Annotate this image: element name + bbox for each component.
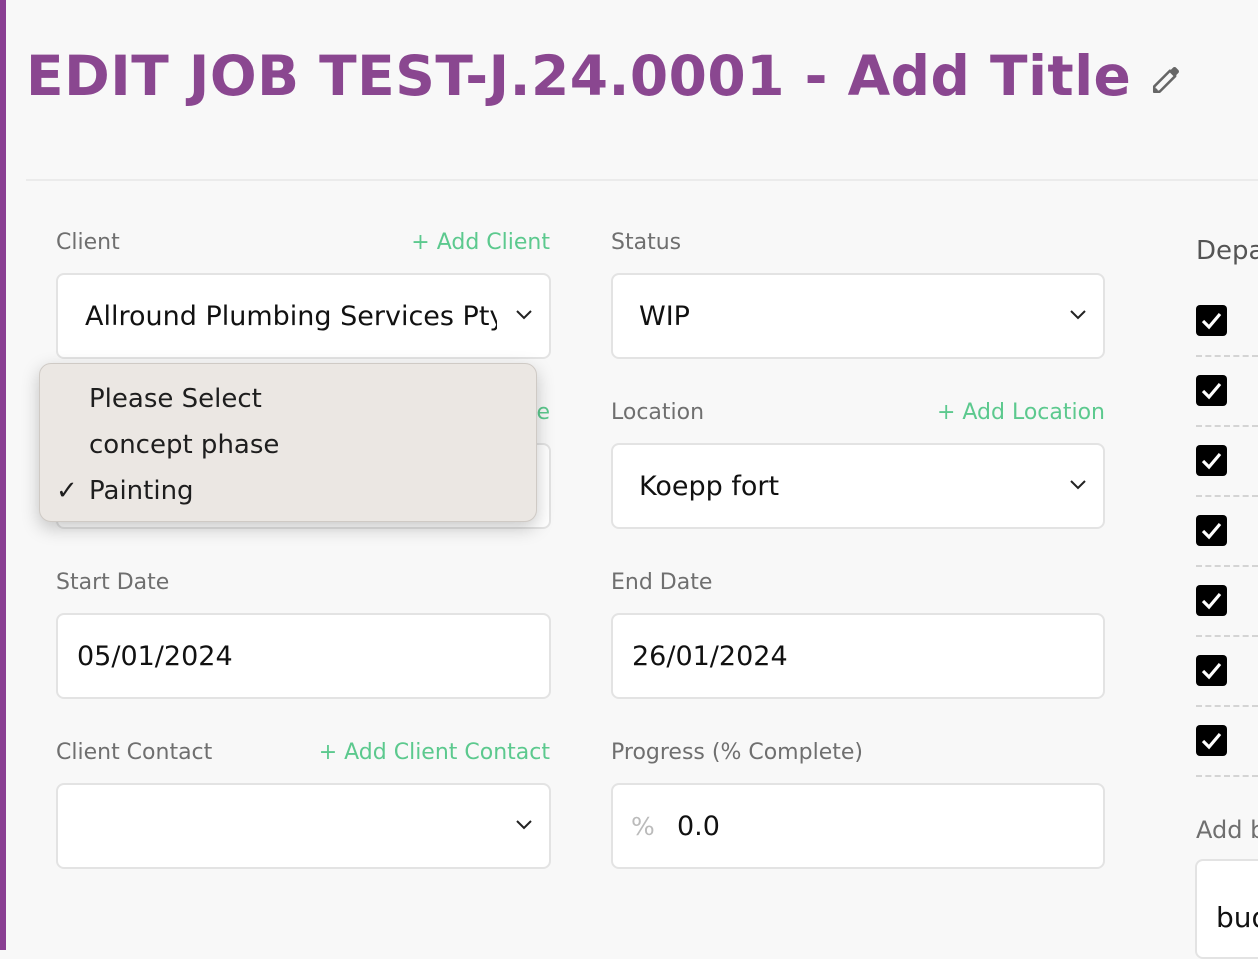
progress-label: Progress (% Complete) — [611, 740, 863, 765]
client-label: Client — [56, 230, 120, 255]
row-divider — [1196, 565, 1258, 567]
checkmark-icon: ✓ — [56, 476, 78, 506]
chevron-down-icon — [1070, 480, 1086, 490]
dropdown-option-please-select[interactable]: Please Select — [40, 376, 536, 420]
status-select-value: WIP — [639, 301, 690, 332]
departments-label: Depa — [1196, 236, 1258, 266]
department-checkbox[interactable] — [1196, 515, 1227, 546]
budget-value: bud — [1216, 901, 1258, 934]
chevron-down-icon — [516, 820, 532, 830]
start-date-input[interactable]: 05/01/2024 — [56, 613, 551, 699]
chevron-down-icon — [516, 310, 532, 320]
location-label: Location — [611, 400, 705, 425]
dropdown-option-label: Please Select — [89, 384, 262, 414]
budget-input[interactable]: bud — [1195, 859, 1258, 959]
left-accent-bar — [0, 0, 6, 950]
add-budget-label: Add b — [1196, 816, 1258, 844]
dropdown-option-label: concept phase — [89, 430, 280, 460]
end-date-input[interactable]: 26/01/2024 — [611, 613, 1105, 699]
page-title: EDIT JOB TEST-J.24.0001 - Add Title — [26, 44, 1132, 108]
end-date-value: 26/01/2024 — [632, 641, 788, 672]
location-select-value: Koepp fort — [639, 471, 780, 502]
status-select[interactable]: WIP — [611, 273, 1105, 359]
pencil-icon[interactable] — [1150, 62, 1184, 96]
client-contact-select[interactable] — [56, 783, 551, 869]
row-divider — [1196, 705, 1258, 707]
dropdown-option-painting[interactable]: ✓ Painting — [40, 468, 536, 512]
department-checkbox[interactable] — [1196, 445, 1227, 476]
client-contact-label: Client Contact — [56, 740, 213, 765]
add-client-link[interactable]: + Add Client — [411, 230, 550, 255]
end-date-label: End Date — [611, 570, 713, 595]
start-date-value: 05/01/2024 — [77, 641, 233, 672]
header-divider — [26, 179, 1258, 181]
row-divider — [1196, 425, 1258, 427]
location-select[interactable]: Koepp fort — [611, 443, 1105, 529]
client-select-value: Allround Plumbing Services Pty Ltd — [85, 301, 497, 332]
progress-value: 0.0 — [677, 811, 720, 842]
department-checkbox[interactable] — [1196, 585, 1227, 616]
add-stage-link[interactable]: e — [536, 400, 550, 425]
add-client-contact-link[interactable]: + Add Client Contact — [319, 740, 550, 765]
client-select[interactable]: Allround Plumbing Services Pty Ltd — [56, 273, 551, 359]
dropdown-option-label: Painting — [89, 476, 194, 506]
add-location-link[interactable]: + Add Location — [937, 400, 1105, 425]
row-divider — [1196, 495, 1258, 497]
row-divider — [1196, 355, 1258, 357]
stage-dropdown-menu: Please Select concept phase ✓ Painting — [39, 363, 537, 522]
row-divider — [1196, 635, 1258, 637]
start-date-label: Start Date — [56, 570, 170, 595]
dropdown-option-concept-phase[interactable]: concept phase — [40, 422, 536, 466]
chevron-down-icon — [1070, 310, 1086, 320]
department-checkbox[interactable] — [1196, 725, 1227, 756]
department-checkbox[interactable] — [1196, 305, 1227, 336]
progress-input[interactable]: % 0.0 — [611, 783, 1105, 869]
percent-icon: % — [631, 812, 655, 841]
department-checkbox[interactable] — [1196, 655, 1227, 686]
department-checkbox[interactable] — [1196, 375, 1227, 406]
row-divider — [1196, 775, 1258, 777]
status-label: Status — [611, 230, 682, 255]
